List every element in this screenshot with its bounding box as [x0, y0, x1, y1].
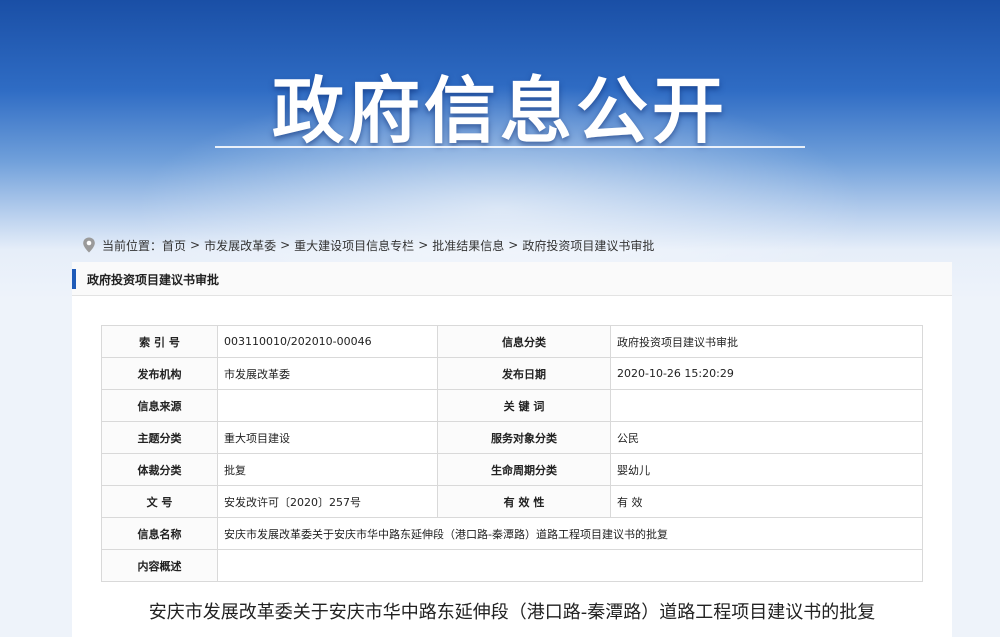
lifecycle-category-value: 婴幼儿 — [610, 453, 923, 486]
index-number-value: 003110010/202010-00046 — [217, 325, 438, 358]
breadcrumb-separator: > — [190, 238, 201, 252]
genre-category-label: 体裁分类 — [101, 453, 218, 486]
info-source-label: 信息来源 — [101, 389, 218, 422]
keywords-label: 关 键 词 — [437, 389, 611, 422]
info-name-label: 信息名称 — [101, 517, 218, 550]
keywords-value — [610, 389, 923, 422]
validity-label: 有 效 性 — [437, 485, 611, 518]
breadcrumb-link-ndrc[interactable]: 市发展改革委 — [204, 237, 276, 254]
breadcrumb: 当前位置： 首页 > 市发展改革委 > 重大建设项目信息专栏 > 批准结果信息 > … — [82, 236, 654, 254]
table-row: 文 号 安发改许可〔2020〕257号 有 效 性 有 效 — [101, 485, 923, 518]
summary-value — [217, 549, 923, 582]
info-category-value: 政府投资项目建议书审批 — [610, 325, 923, 358]
audience-category-value: 公民 — [610, 421, 923, 454]
breadcrumb-link-current[interactable]: 政府投资项目建议书审批 — [522, 237, 654, 254]
lifecycle-category-label: 生命周期分类 — [437, 453, 611, 486]
publisher-value: 市发展改革委 — [217, 357, 438, 390]
breadcrumb-separator: > — [418, 238, 429, 252]
publish-date-value: 2020-10-26 15:20:29 — [610, 357, 923, 390]
breadcrumb-link-home[interactable]: 首页 — [162, 237, 186, 254]
table-row: 信息来源 关 键 词 — [101, 389, 923, 422]
table-row: 发布机构 市发展改革委 发布日期 2020-10-26 15:20:29 — [101, 357, 923, 390]
info-source-value — [217, 389, 438, 422]
info-category-label: 信息分类 — [437, 325, 611, 358]
panel-header: 政府投资项目建议书审批 — [72, 262, 952, 296]
breadcrumb-separator: > — [508, 238, 519, 252]
info-table: 索 引 号 003110010/202010-00046 信息分类 政府投资项目… — [101, 325, 923, 582]
info-name-value: 安庆市发展改革委关于安庆市华中路东延伸段（港口路-秦潭路）道路工程项目建议书的批… — [217, 517, 923, 550]
page-banner-title: 政府信息公开 — [271, 69, 728, 153]
table-row: 体裁分类 批复 生命周期分类 婴幼儿 — [101, 453, 923, 486]
table-row: 索 引 号 003110010/202010-00046 信息分类 政府投资项目… — [101, 325, 923, 358]
banner-divider — [215, 146, 805, 148]
topic-category-label: 主题分类 — [101, 421, 218, 454]
breadcrumb-link-major-projects[interactable]: 重大建设项目信息专栏 — [294, 237, 414, 254]
publisher-label: 发布机构 — [101, 357, 218, 390]
topic-category-value: 重大项目建设 — [217, 421, 438, 454]
panel-title: 政府投资项目建议书审批 — [87, 273, 220, 287]
document-number-value: 安发改许可〔2020〕257号 — [217, 485, 438, 518]
breadcrumb-link-approval-results[interactable]: 批准结果信息 — [432, 237, 504, 254]
genre-category-value: 批复 — [217, 453, 438, 486]
summary-label: 内容概述 — [101, 549, 218, 582]
table-row: 内容概述 — [101, 549, 923, 582]
publish-date-label: 发布日期 — [437, 357, 611, 390]
validity-value: 有 效 — [610, 485, 923, 518]
document-number-label: 文 号 — [101, 485, 218, 518]
audience-category-label: 服务对象分类 — [437, 421, 611, 454]
index-number-label: 索 引 号 — [101, 325, 218, 358]
table-row: 主题分类 重大项目建设 服务对象分类 公民 — [101, 421, 923, 454]
breadcrumb-separator: > — [280, 238, 291, 252]
document-title: 安庆市发展改革委关于安庆市华中路东延伸段（港口路-秦潭路）道路工程项目建议书的批… — [148, 602, 876, 623]
content-panel: 政府投资项目建议书审批 索 引 号 003110010/202010-00046… — [72, 262, 952, 637]
table-row: 信息名称 安庆市发展改革委关于安庆市华中路东延伸段（港口路-秦潭路）道路工程项目… — [101, 517, 923, 550]
location-pin-icon — [83, 237, 95, 253]
breadcrumb-prefix: 当前位置： — [102, 238, 163, 253]
